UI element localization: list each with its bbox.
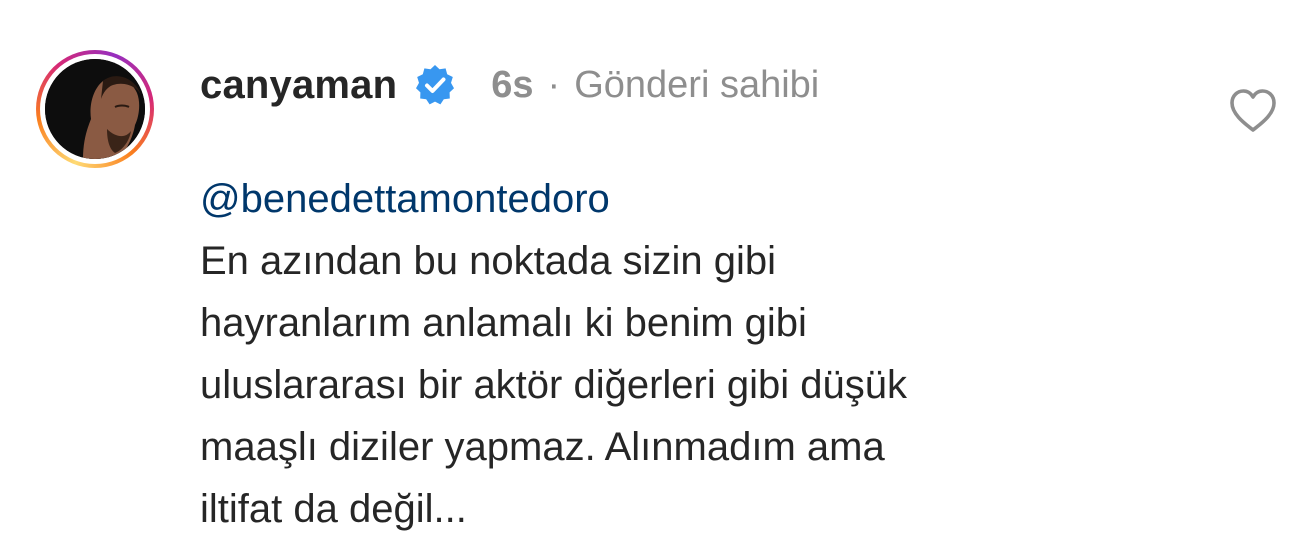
comment-header: canyaman 6s · Gönderi sahibi	[200, 54, 1200, 116]
comment-time: 6s	[491, 63, 534, 106]
comment: canyaman 6s · Gönderi sahibi @benedettam…	[200, 54, 1200, 540]
avatar-photo	[45, 59, 145, 159]
avatar-story-ring[interactable]	[36, 50, 154, 168]
comment-line: iltifat da değil...	[200, 487, 467, 531]
comment-line: maaşlı diziler yapmaz. Alınmadım ama	[200, 425, 885, 469]
mention-link[interactable]: @benedettamontedoro	[200, 168, 1200, 230]
comment-body: @benedettamontedoro En azından bu noktad…	[200, 168, 1200, 540]
comment-line: uluslararası bir aktör diğerleri gibi dü…	[200, 363, 907, 407]
separator-dot: ·	[547, 63, 561, 106]
like-button[interactable]	[1226, 84, 1280, 138]
comment-line: hayranlarım anlamalı ki benim gibi	[200, 301, 807, 345]
verified-badge-icon	[413, 63, 457, 107]
username-link[interactable]: canyaman	[200, 63, 397, 108]
heart-outline-icon	[1230, 89, 1276, 132]
avatar-gap	[40, 54, 150, 164]
post-owner-label: Gönderi sahibi	[574, 63, 820, 106]
comment-line: En azından bu noktada sizin gibi	[200, 239, 776, 283]
avatar[interactable]	[45, 59, 145, 159]
